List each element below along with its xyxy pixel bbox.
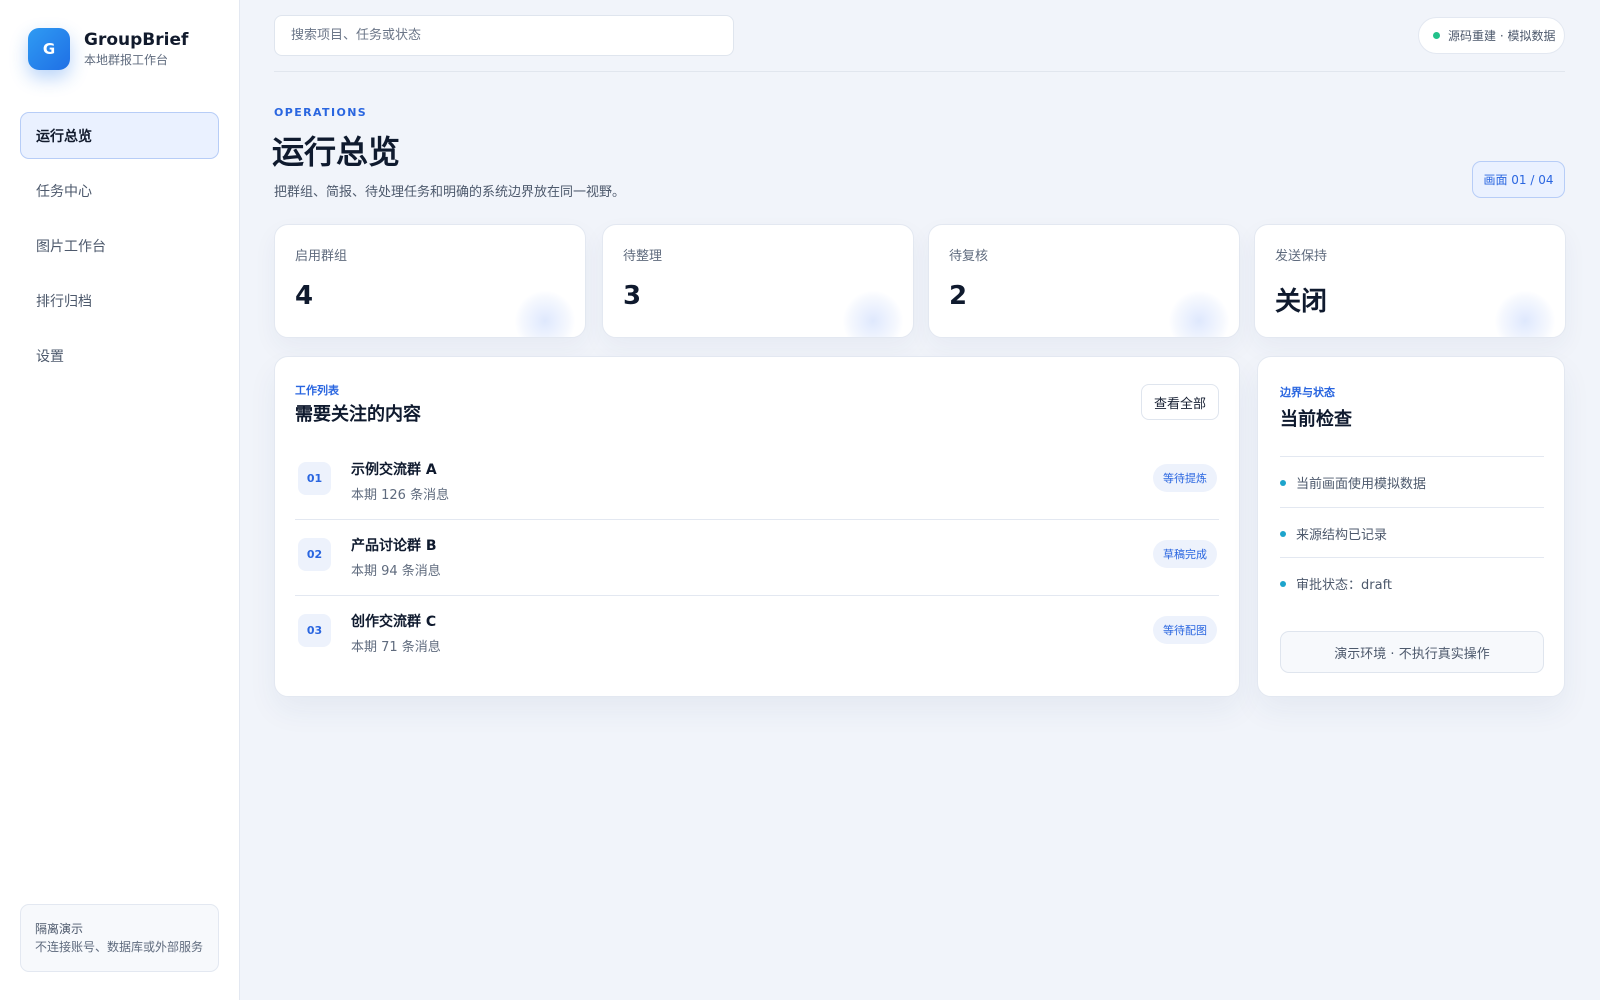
sidebar-nav: 运行总览 任务中心 图片工作台 排行归档 设置 [20,112,219,387]
row-group-name: 产品讨论群 B [351,538,437,554]
isolation-title: 隔离演示 [35,922,84,936]
page-title: 运行总览 [272,133,401,171]
stat-card-active-groups: 启用群组 4 [274,224,586,338]
stat-value: 2 [949,281,968,311]
check-item: 审批状态：draft [1280,574,1392,593]
row-number: 01 [298,462,331,495]
sidebar: G GroupBrief 本地群报工作台 运行总览 任务中心 图片工作台 排行归… [0,0,240,1000]
row-message-count: 本期 71 条消息 [351,640,441,655]
brand: G GroupBrief 本地群报工作台 [28,28,188,70]
work-list-row[interactable]: 02 产品讨论群 B 本期 94 条消息 草稿完成 [295,520,1219,596]
check-eyebrow: 边界与状态 [1280,386,1335,399]
stat-glow-decoration [515,291,575,337]
status-dot-icon [1433,32,1440,39]
view-all-button[interactable]: 查看全部 [1141,384,1219,420]
stat-label: 发送保持 [1275,249,1328,264]
stat-value: 关闭 [1275,287,1328,317]
bullet-dot-icon [1280,580,1286,587]
stat-card-to-review: 待复核 2 [928,224,1240,338]
row-message-count: 本期 94 条消息 [351,564,441,579]
check-title: 当前检查 [1280,409,1352,430]
work-list-row[interactable]: 03 创作交流群 C 本期 71 条消息 等待配图 [295,596,1219,672]
row-number: 02 [298,538,331,571]
work-list-panel: 工作列表 需要关注的内容 查看全部 01 示例交流群 A 本期 126 条消息 … [274,356,1240,697]
status-badge: 等待提炼 [1153,464,1217,492]
stat-glow-decoration [1169,291,1229,337]
brand-subtitle: 本地群报工作台 [84,53,169,67]
screen-indicator: 画面 01 / 04 [1472,161,1565,198]
isolation-description: 不连接账号、数据库或外部服务 [35,940,204,954]
stat-glow-decoration [1495,291,1555,337]
work-list-title: 需要关注的内容 [295,404,421,425]
check-divider [1280,557,1544,558]
sidebar-item-overview[interactable]: 运行总览 [20,112,219,159]
row-group-name: 示例交流群 A [351,462,437,478]
stat-value: 3 [623,281,642,311]
stat-card-send-hold: 发送保持 关闭 [1254,224,1566,338]
sidebar-item-image-workbench[interactable]: 图片工作台 [20,222,219,269]
stat-label: 启用群组 [295,249,348,264]
isolation-notice: 隔离演示 不连接账号、数据库或外部服务 [20,904,219,972]
search-input[interactable] [274,15,734,56]
sidebar-item-task-center[interactable]: 任务中心 [20,167,219,214]
top-divider [274,71,1565,72]
stat-glow-decoration [843,291,903,337]
brand-text: GroupBrief 本地群报工作台 [84,29,188,69]
work-list-row[interactable]: 01 示例交流群 A 本期 126 条消息 等待提炼 [295,444,1219,520]
source-status-badge: 源码重建 · 模拟数据 [1418,17,1565,54]
source-status-text: 源码重建 · 模拟数据 [1448,29,1556,43]
row-number: 03 [298,614,331,647]
status-badge: 等待配图 [1153,616,1217,644]
brand-logo: G [28,28,70,70]
row-group-name: 创作交流群 C [351,614,437,630]
page-eyebrow: OPERATIONS [274,106,368,119]
brand-name: GroupBrief [84,30,189,50]
check-item-text: 审批状态：draft [1296,578,1393,593]
sidebar-item-ranking-archive[interactable]: 排行归档 [20,277,219,324]
bullet-dot-icon [1280,530,1286,537]
check-item: 来源结构已记录 [1280,524,1387,543]
row-message-count: 本期 126 条消息 [351,488,450,503]
stat-label: 待整理 [623,249,663,264]
work-list-eyebrow: 工作列表 [295,384,339,397]
current-check-panel: 边界与状态 当前检查 当前画面使用模拟数据 来源结构已记录 审批状态：draft… [1257,356,1565,697]
sidebar-item-settings[interactable]: 设置 [20,332,219,379]
check-item: 当前画面使用模拟数据 [1280,473,1426,492]
check-item-text: 来源结构已记录 [1296,528,1388,543]
check-item-text: 当前画面使用模拟数据 [1296,477,1427,492]
stat-card-to-organize: 待整理 3 [602,224,914,338]
bullet-dot-icon [1280,479,1286,486]
check-divider [1280,456,1544,457]
page-description: 把群组、简报、待处理任务和明确的系统边界放在同一视野。 [274,185,626,200]
check-divider [1280,507,1544,508]
demo-environment-button[interactable]: 演示环境 · 不执行真实操作 [1280,631,1544,673]
stat-value: 4 [295,281,314,311]
stat-label: 待复核 [949,249,989,264]
status-badge: 草稿完成 [1153,540,1217,568]
